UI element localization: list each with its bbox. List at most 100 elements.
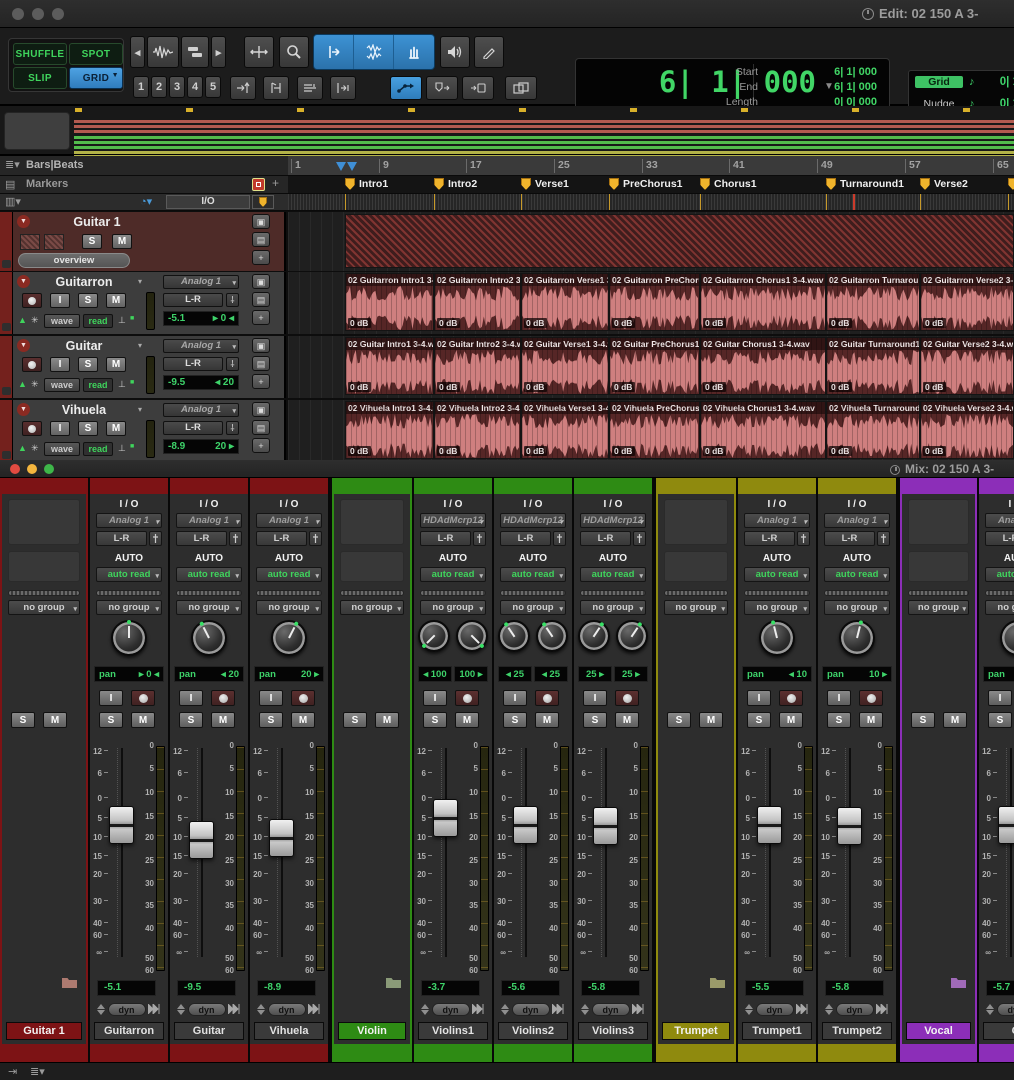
- mute-button[interactable]: M: [859, 712, 883, 728]
- mute-button[interactable]: M: [779, 712, 803, 728]
- pan-knob[interactable]: [839, 620, 875, 656]
- mode-slip-button[interactable]: SLIP: [13, 67, 67, 89]
- elastic-audio-icon[interactable]: ■: [130, 379, 134, 386]
- zoom-out-button[interactable]: ◂: [130, 36, 145, 68]
- output-selector[interactable]: L-R: [420, 531, 471, 546]
- meter-icon[interactable]: ▲: [18, 443, 27, 453]
- marker[interactable]: Chorus1: [700, 178, 757, 190]
- group-selector[interactable]: no group▾: [824, 600, 890, 615]
- track-nameplate[interactable]: Trumpet1: [742, 1022, 812, 1040]
- clip-gain-badge[interactable]: 0 dB: [829, 318, 852, 328]
- automation-mode-selector[interactable]: auto read▾: [420, 567, 486, 582]
- input-selector[interactable]: Analog 1▾: [744, 513, 810, 528]
- volume-pan-readout[interactable]: -5.1▸ 0 ◂: [163, 311, 239, 326]
- clip-gain-badge[interactable]: 0 dB: [923, 446, 946, 456]
- channel-strip-guitar-1[interactable]: no group▾SMGuitar 1: [0, 478, 88, 1062]
- trim-tool-button[interactable]: [314, 35, 354, 69]
- pan-readout[interactable]: ◂ 25: [498, 666, 532, 682]
- track-nameplate[interactable]: Guitar 1: [6, 1022, 82, 1040]
- solo-button[interactable]: S: [78, 421, 98, 436]
- channel-strip-violins2[interactable]: I / OHDAdMcrp12▾L-RAUTOauto read▾no grou…: [494, 478, 572, 1062]
- pan-knob[interactable]: [418, 620, 450, 652]
- waveform-view-button[interactable]: wave: [44, 442, 80, 456]
- output-selector[interactable]: L-R: [824, 531, 875, 546]
- record-enable-button[interactable]: [22, 357, 42, 372]
- channel-strip-violin[interactable]: no group▾SMViolin: [332, 478, 412, 1062]
- output-window-fader-icon[interactable]: [553, 531, 566, 546]
- timebase-icon[interactable]: ⊥: [118, 379, 126, 390]
- audio-clip[interactable]: 02 Guitarron PreChorus1 3-4.wav0 dB: [609, 273, 700, 331]
- nudge-arrows-icon[interactable]: [501, 1004, 509, 1015]
- volume-value[interactable]: -5.1: [168, 313, 185, 324]
- nudge-arrows-icon[interactable]: [745, 1004, 753, 1015]
- overview-button[interactable]: overview: [18, 253, 130, 268]
- track-nameplate[interactable]: Vocal: [906, 1022, 971, 1040]
- link-timeline-edit-button[interactable]: [297, 76, 323, 100]
- pan-knob[interactable]: [578, 620, 610, 652]
- input-monitor-button[interactable]: I: [99, 690, 123, 706]
- automation-mode-selector[interactable]: auto read▾: [985, 567, 1014, 582]
- automation-mode-selector[interactable]: auto read▾: [176, 567, 242, 582]
- pan-knob[interactable]: [759, 620, 795, 656]
- nudge-arrows-icon[interactable]: [986, 1004, 994, 1015]
- record-enable-button[interactable]: [291, 690, 315, 706]
- clip-gain-badge[interactable]: 0 dB: [703, 382, 726, 392]
- track-name[interactable]: Guitar: [32, 339, 136, 353]
- track-header-guitar[interactable]: ▼Guitar▾ISM▲✳waveread⊥■Analog 1▾L-R⸸-9.5…: [0, 336, 286, 398]
- input-monitor-button[interactable]: I: [50, 293, 70, 308]
- zoom-preset-1[interactable]: 1: [133, 76, 149, 98]
- grid-toggle[interactable]: Grid: [915, 76, 963, 88]
- volume-value[interactable]: -8.9: [168, 441, 185, 452]
- track-name-caret-icon[interactable]: ▾: [138, 277, 142, 286]
- track-name[interactable]: Guitarron: [32, 275, 136, 289]
- mute-button[interactable]: M: [43, 712, 67, 728]
- add-lane-button[interactable]: +: [252, 250, 270, 265]
- track-header-vihuela[interactable]: ▼Vihuela▾ISM▲✳waveread⊥■Analog 1▾L-R⸸-8.…: [0, 400, 286, 460]
- pan-readout[interactable]: pan10 ▸: [822, 666, 892, 682]
- output-selector[interactable]: L-R: [580, 531, 631, 546]
- record-enable-button[interactable]: [615, 690, 639, 706]
- fast-forward-icon[interactable]: [472, 1004, 485, 1014]
- audio-clip[interactable]: 02 Guitarron Intro2 3-4.wav0 dB: [434, 273, 521, 331]
- output-selector[interactable]: L-R: [500, 531, 551, 546]
- duplicate-view-button[interactable]: [505, 76, 537, 100]
- fast-forward-icon[interactable]: [552, 1004, 565, 1014]
- solo-button[interactable]: S: [827, 712, 851, 728]
- mute-button[interactable]: M: [106, 421, 126, 436]
- track-header-guitarron[interactable]: ▼Guitarron▾ISM▲✳waveread⊥■Analog 1▾L-R⸸-…: [0, 272, 286, 334]
- universe-overview[interactable]: [0, 106, 1014, 156]
- record-enable-button[interactable]: [535, 690, 559, 706]
- nudge-arrows-icon[interactable]: [97, 1004, 105, 1015]
- marker[interactable]: Verse1: [521, 178, 569, 190]
- mute-button[interactable]: M: [211, 712, 235, 728]
- input-monitor-button[interactable]: I: [988, 690, 1012, 706]
- channel-strip-trumpet2[interactable]: I / OAnalog 1▾L-RAUTOauto read▾no group▾…: [818, 478, 896, 1062]
- clip-gain-badge[interactable]: 0 dB: [437, 382, 460, 392]
- input-monitor-button[interactable]: I: [423, 690, 447, 706]
- group-selector[interactable]: no group▾: [908, 600, 969, 615]
- group-selector[interactable]: no group▾: [744, 600, 810, 615]
- audio-clip[interactable]: 02 Vihuela Intro1 3-4.wav0 dB: [345, 401, 434, 459]
- audio-clip[interactable]: 02 Vihuela Chorus1 3-4.wav0 dB: [700, 401, 826, 459]
- clip-gain-badge[interactable]: 0 dB: [703, 318, 726, 328]
- track-lane-guitar1[interactable]: [288, 212, 1014, 271]
- volume-readout[interactable]: -8.9: [257, 980, 316, 996]
- io-column-header[interactable]: I/O: [166, 195, 250, 209]
- volume-fader[interactable]: [593, 807, 618, 845]
- track-list-icon[interactable]: ▥▾: [5, 195, 21, 208]
- group-selector[interactable]: no group▾: [96, 600, 162, 615]
- clip-gain-badge[interactable]: 0 dB: [829, 446, 852, 456]
- comments-button[interactable]: ▤: [252, 356, 270, 371]
- volume-fader[interactable]: [837, 807, 862, 845]
- output-window-fader-icon[interactable]: [149, 531, 162, 546]
- automation-mode-selector[interactable]: auto read▾: [744, 567, 810, 582]
- freeze-icon[interactable]: ✳: [31, 443, 39, 454]
- audio-clip[interactable]: 02 Vihuela PreChorus1 3-4.wav0 dB: [609, 401, 700, 459]
- automation-mode-selector[interactable]: auto read▾: [580, 567, 646, 582]
- output-fader-icon[interactable]: ⸸: [226, 293, 239, 307]
- fast-forward-icon[interactable]: [228, 1004, 241, 1014]
- track-nameplate[interactable]: Gr: [983, 1022, 1014, 1040]
- io-input-selector[interactable]: Analog 1▾: [163, 339, 239, 353]
- grid-ruler[interactable]: [288, 194, 1014, 211]
- volume-pan-readout[interactable]: -9.5◂ 20: [163, 375, 239, 390]
